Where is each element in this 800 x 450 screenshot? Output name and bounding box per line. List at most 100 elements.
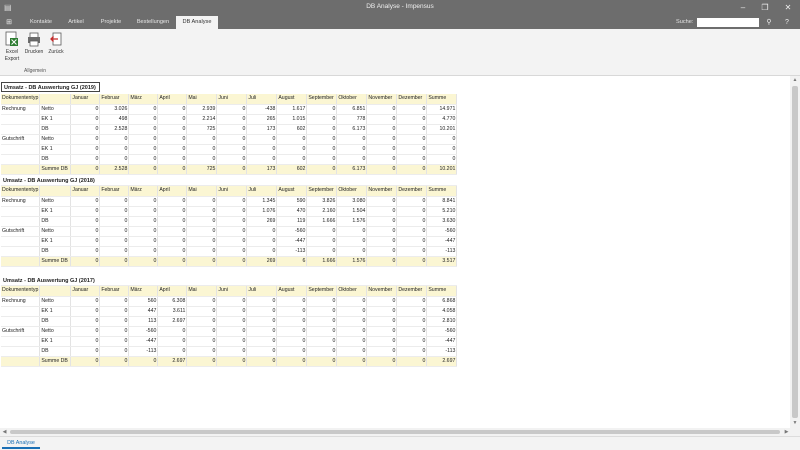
column-header[interactable] [39,186,72,197]
column-header[interactable]: Mai [186,186,218,197]
column-header[interactable]: Dokumententyp [1,186,41,197]
table-row[interactable]: EK 1 0 0 0 0 0 0 1.076 470 2.160 1.504 0 0 5.210 [1,206,458,217]
tab-db-analyse[interactable]: DB Analyse [176,16,218,29]
column-header[interactable]: August [276,94,308,105]
table-row[interactable]: DB 0 0 0 0 0 0 0 -113 0 0 0 0 -113 [1,246,458,257]
column-header[interactable]: April [157,94,188,105]
column-header[interactable]: Januar [70,286,101,297]
column-header[interactable]: Oktober [336,94,368,105]
cell-value: 0 [366,336,398,347]
cell-doc-type: Rechnung [1,196,41,207]
restore-button[interactable]: ❐ [758,1,772,14]
column-header[interactable]: Dezember [396,286,428,297]
scroll-down-icon[interactable]: ▼ [790,419,800,428]
cell-value: 2.160 [306,206,338,217]
table-row[interactable]: Gutschrift Netto 0 0 0 0 0 0 0 0 0 0 0 0 0 [1,134,458,145]
search-input[interactable] [697,18,759,27]
column-header[interactable]: Dezember [396,94,428,105]
table-row[interactable]: Rechnung Netto 0 0 560 6.308 0 0 0 0 0 0 0 0 6.868 [1,296,458,307]
cell-value: 0 [216,356,248,367]
grid-menu-icon[interactable]: ⊞ [0,16,18,29]
column-header[interactable]: September [306,286,338,297]
column-header[interactable]: Januar [70,94,101,105]
column-header[interactable] [39,286,72,297]
search-icon[interactable]: ⚲ [764,16,774,29]
scroll-left-icon[interactable]: ◀ [0,428,9,436]
cell-value: 0 [186,346,218,357]
column-header[interactable]: November [366,94,398,105]
cell-value: -447 [276,236,308,247]
column-header[interactable]: August [276,286,308,297]
horizontal-scroll-thumb[interactable] [10,430,780,434]
table-row[interactable]: DB 0 0 113 2.697 0 0 0 0 0 0 0 0 2.810 [1,316,458,327]
table-row[interactable]: Gutschrift Netto 0 0 -560 0 0 0 0 0 0 0 0 0 -560 [1,326,458,337]
column-header[interactable]: Dokumententyp [1,286,41,297]
tab-projekte[interactable]: Projekte [92,16,130,29]
column-header[interactable]: Januar [70,186,101,197]
column-header[interactable]: März [128,286,159,297]
column-header[interactable]: Februar [99,186,130,197]
scroll-up-icon[interactable]: ▲ [790,76,800,85]
column-header[interactable] [39,94,72,105]
excel-export-button[interactable]: Excel Export [2,31,22,62]
column-header[interactable]: November [366,186,398,197]
table-row[interactable]: EK 10000000000000 [1,144,458,155]
table-row[interactable]: EK 1 0 0 0 0 0 0 0 -447 0 0 0 0 -447 [1,236,458,247]
tab-bestellungen[interactable]: Bestellungen [130,16,176,29]
column-header[interactable]: August [276,186,308,197]
document-tab-db-analyse[interactable]: DB Analyse [2,438,40,449]
scroll-right-icon[interactable]: ▶ [782,428,791,436]
column-header[interactable]: Summe [426,286,458,297]
column-header[interactable]: Juni [216,186,248,197]
column-header[interactable]: Mai [186,94,218,105]
column-header[interactable]: Februar [99,286,130,297]
help-icon[interactable]: ? [782,16,792,29]
tab-artikel[interactable]: Artikel [60,16,92,29]
section-title: Umsatz - DB Auswertung GJ (2019) [1,82,100,92]
table-row[interactable]: DB 0 2.528 0 0 725 0 173 602 0 6.173 0 0 10.201 [1,124,458,135]
table-row[interactable]: Gutschrift Netto 0 0 0 0 0 0 0 -560 0 0 0 0 -560 [1,226,458,237]
vertical-scrollbar[interactable]: ▲ ▼ [790,76,800,428]
back-button[interactable]: Zurück [46,31,66,55]
sum-row[interactable]: Summe DB 0 0 0 2.697 0 0 0 0 0 0 0 0 2.697 [1,356,458,367]
column-header[interactable]: Juli [246,94,278,105]
column-header[interactable]: Februar [99,94,130,105]
table-row[interactable]: Rechnung Netto 0 0 0 0 0 0 1.345 590 3.826 3.080 0 0 8… [1,196,458,207]
column-header[interactable]: Dezember [396,186,428,197]
column-header[interactable]: Oktober [336,186,368,197]
column-header[interactable]: März [128,94,159,105]
table-row[interactable]: DB 0 0 0 0 0 0 269 119 1.666 1.576 0 0 3.630 [1,216,458,227]
column-header[interactable]: April [157,186,188,197]
analysis-grid[interactable]: Umsatz - DB Auswertung GJ (2019) Dokument… [0,76,790,428]
sum-row[interactable]: Summe DB 0 0 0 0 0 0 269 6 1.666 1.576 0 0 3.517 [1,256,458,267]
table-row[interactable]: Rechnung Netto 0 3.026 0 0 2.939 0 -438 1.617 0 6.8… [1,104,458,115]
table-row[interactable]: DB 0 0 0 0 0 0 0 0 0 0 0 0 0 [1,154,458,165]
column-header[interactable]: März [128,186,159,197]
column-header[interactable]: September [306,94,338,105]
vertical-scroll-thumb[interactable] [792,86,798,418]
column-header[interactable]: Mai [186,286,218,297]
column-header[interactable]: Summe [426,94,458,105]
column-header[interactable]: Oktober [336,286,368,297]
print-button[interactable]: Drucken [24,31,44,55]
table-row[interactable]: EK 1 0 0 447 3.611 0 0 0 0 0 0 0 0 4.058 [1,306,458,317]
sum-row[interactable]: Summe DB 0 2.528 0 0 725 0 173 602 0 6.173 0 0 10.201 [1,164,458,175]
cell-kind: EK 1 [39,236,72,247]
column-header[interactable]: November [366,286,398,297]
column-header[interactable]: Juni [216,286,248,297]
column-header[interactable]: Summe [426,186,458,197]
column-header[interactable]: September [306,186,338,197]
tab-kontakte[interactable]: Kontakte [22,16,60,29]
table-row[interactable]: EK 1 0 498 0 0 2.214 0 265 1.015 0 778 0 0 4.770 [1,114,458,125]
column-header[interactable]: Dokumententyp [1,94,41,105]
column-header[interactable]: April [157,286,188,297]
table-row[interactable]: EK 1 0 0 -447 0 0 0 0 0 0 0 0 0 -447 [1,336,458,347]
column-header[interactable]: Juni [216,94,248,105]
minimize-button[interactable]: – [736,1,750,14]
cell-kind: EK 1 [39,114,72,125]
horizontal-scrollbar[interactable]: ◀ ▶ [0,428,800,436]
column-header[interactable]: Juli [246,286,278,297]
close-button[interactable]: ✕ [781,1,795,14]
column-header[interactable]: Juli [246,186,278,197]
table-row[interactable]: DB 0 0 -113 0 0 0 0 0 0 0 0 0 -113 [1,346,458,357]
